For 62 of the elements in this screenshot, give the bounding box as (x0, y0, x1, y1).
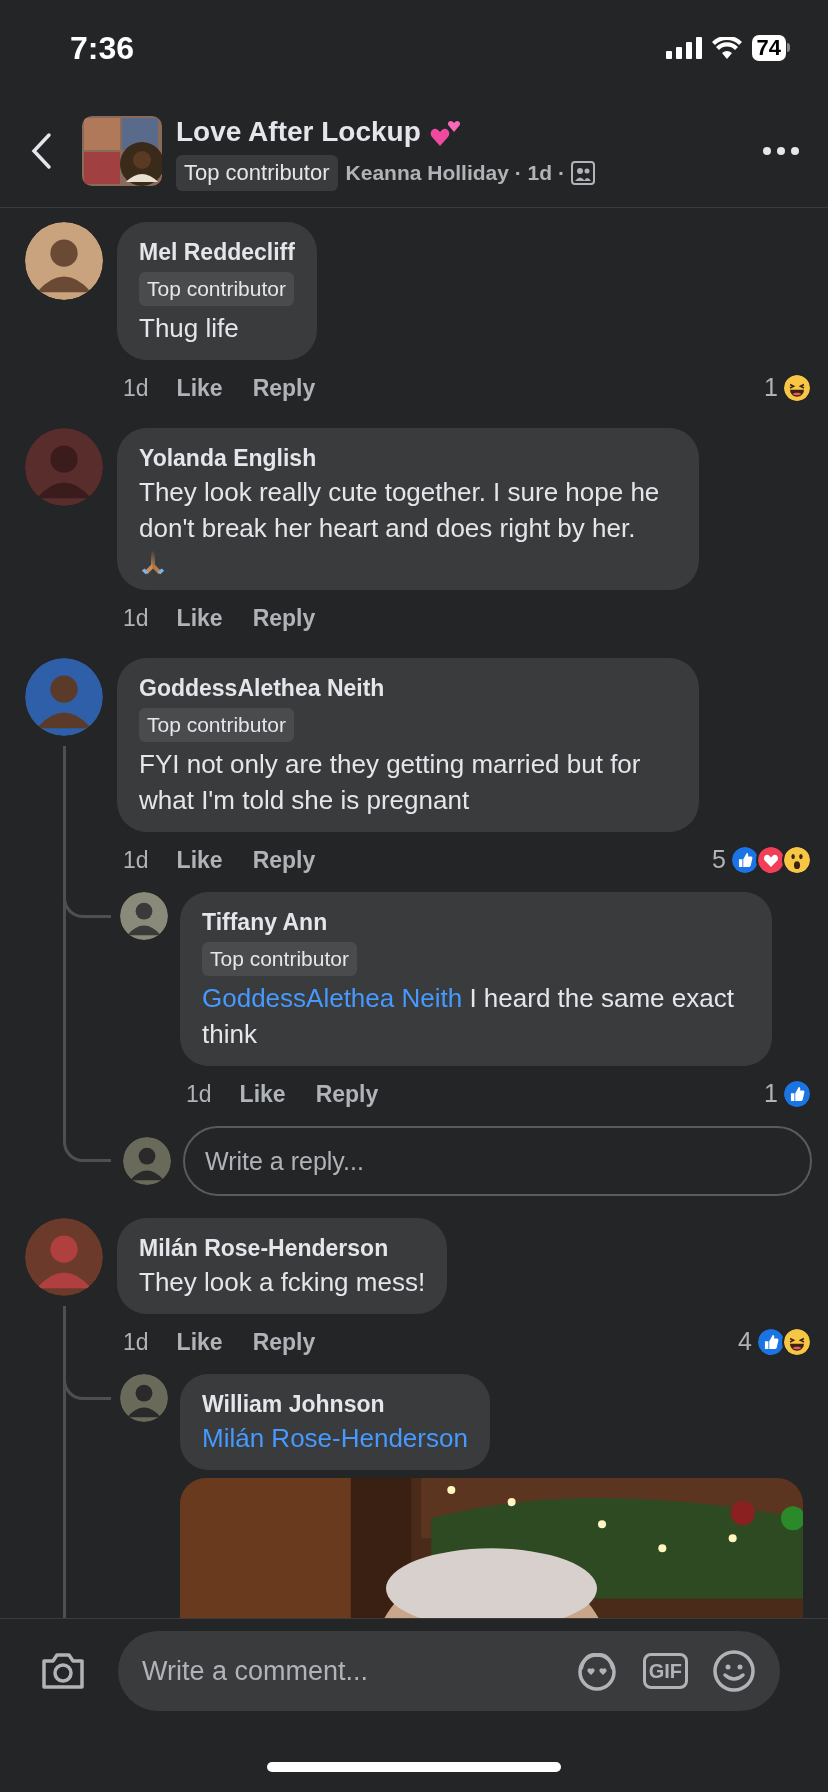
battery-indicator: 74 (751, 34, 790, 61)
comment-text: They look a fcking mess! (139, 1266, 426, 1299)
comment-time: 1d (123, 373, 149, 403)
comment-text: They look really cute together. I sure hope he don't break her heart and does right by her. (139, 476, 661, 545)
reply-link[interactable]: Reply (315, 1076, 379, 1112)
mention-link[interactable]: GoddessAlethea Neith (202, 983, 463, 1013)
comment-input[interactable]: Write a comment... GIF (118, 1631, 780, 1711)
like-link[interactable]: Like (176, 370, 223, 406)
contributor-badge: Top contributor (139, 272, 294, 306)
reaction-count: 5 (712, 844, 726, 876)
comment-time: 1d (186, 1079, 212, 1109)
like-reaction-icon (756, 1327, 786, 1357)
avatar[interactable] (120, 1374, 168, 1422)
group-icon (570, 161, 595, 185)
emoji-icon[interactable] (712, 1649, 756, 1693)
comment-time: 1d (123, 1327, 149, 1357)
status-time: 7:36 (70, 28, 135, 68)
author-name[interactable]: William Johnson (202, 1388, 468, 1420)
reaction-count: 1 (764, 1078, 778, 1110)
avatar[interactable] (25, 222, 103, 300)
comment-text: FYI not only are they getting married but for what I'm told she is pregnant (139, 748, 642, 817)
author-name[interactable]: Yolanda English (139, 442, 677, 474)
laughing-reaction-icon (782, 1327, 812, 1357)
author-name[interactable]: GoddessAlethea Neith (139, 672, 677, 704)
thread-connector (63, 1126, 111, 1162)
contributor-badge: Top contributor (176, 155, 338, 191)
surprised-reaction-icon (782, 845, 812, 875)
reply-input[interactable]: Write a reply... (183, 1126, 812, 1196)
reply-link[interactable]: Reply (252, 600, 316, 636)
comment-time: 1d (123, 603, 149, 633)
avatar[interactable] (120, 892, 168, 940)
wifi-icon (711, 36, 742, 59)
author-name[interactable]: Tiffany Ann (202, 906, 750, 938)
gif-button[interactable]: GIF (642, 1653, 688, 1689)
like-link[interactable]: Like (176, 842, 223, 878)
heart-reaction-icon (756, 845, 786, 875)
author-name[interactable]: Milán Rose-Henderson (139, 1232, 426, 1264)
comment-text: Thug life (139, 312, 240, 345)
comment-time: 1d (123, 845, 149, 875)
back-icon[interactable] (30, 132, 52, 170)
like-reaction-icon (730, 845, 760, 875)
like-reaction-icon (782, 1079, 812, 1109)
contributor-badge: Top contributor (202, 942, 357, 976)
avatar[interactable] (123, 1137, 171, 1185)
group-title[interactable]: Love After Lockup (176, 111, 421, 153)
more-icon[interactable] (762, 146, 800, 156)
like-link[interactable]: Like (239, 1076, 286, 1112)
signal-icon (665, 36, 702, 59)
reply-link[interactable]: Reply (252, 1324, 316, 1360)
mention-link[interactable]: Milán Rose-Henderson (202, 1420, 468, 1456)
contributor-badge: Top contributor (139, 708, 294, 742)
reply-link[interactable]: Reply (252, 842, 316, 878)
laughing-reaction-icon (782, 373, 812, 403)
reaction-count: 1 (764, 372, 778, 404)
like-link[interactable]: Like (176, 600, 223, 636)
post-meta: Keanna Holliday · 1d · (345, 160, 565, 187)
camera-icon[interactable] (40, 1651, 86, 1691)
reply-link[interactable]: Reply (252, 370, 316, 406)
author-name[interactable]: Mel Reddecliff (139, 236, 295, 268)
reply-text: GoddessAlethea Neith I heard the same exact think (202, 982, 735, 1051)
like-link[interactable]: Like (176, 1324, 223, 1360)
reaction-count: 4 (738, 1326, 752, 1358)
